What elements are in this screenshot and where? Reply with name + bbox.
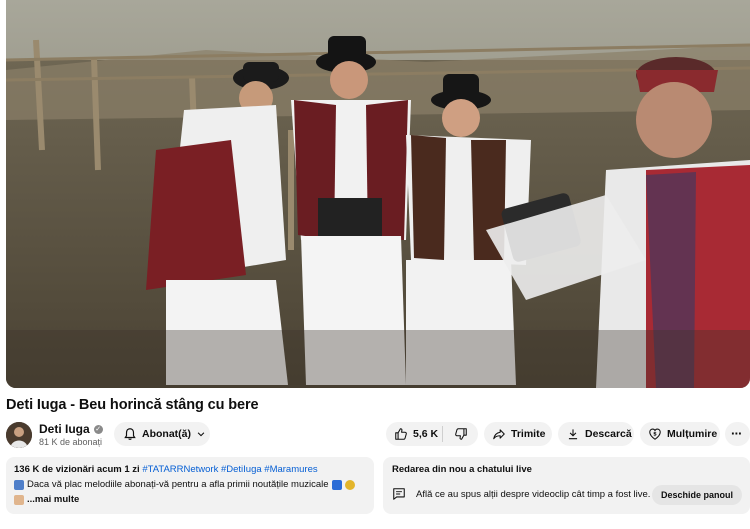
subscriber-count: 81 K de abonați	[39, 437, 103, 447]
more-actions-button[interactable]: ⋯	[725, 422, 750, 446]
subscribed-button[interactable]: Abonat(ă)	[114, 422, 210, 446]
thumbs-up-icon	[395, 428, 407, 440]
hashtags[interactable]: #TATARRNetwork #DetiIuga #Maramures	[142, 464, 317, 475]
description-box[interactable]: 136 K de vizionări acum 1 zi #TATARRNetw…	[6, 457, 374, 514]
like-dislike-group: 5,6 K	[386, 422, 478, 446]
play-emoji-icon	[331, 479, 342, 490]
share-button[interactable]: Trimite	[484, 422, 552, 446]
share-label: Trimite	[511, 428, 546, 440]
show-more-link[interactable]: ...mai multe	[27, 493, 79, 506]
description-meta: 136 K de vizionări acum 1 zi #TATARRNetw…	[14, 464, 366, 476]
like-count: 5,6 K	[413, 428, 439, 440]
chat-icon	[393, 488, 405, 500]
download-button[interactable]: Descarcă	[558, 422, 634, 446]
check-icon: ✓	[93, 424, 103, 434]
bell-emoji-icon	[14, 479, 24, 490]
channel-avatar[interactable]	[6, 422, 32, 448]
thumbs-up-emoji-icon	[14, 494, 24, 505]
more-horizontal-icon: ⋯	[731, 428, 742, 440]
video-title: Deti Iuga - Beu horincă stâng cu bere	[6, 397, 259, 413]
upload-age: acum 1 zi	[96, 464, 140, 475]
share-icon	[493, 429, 505, 440]
channel-name[interactable]: Deti Iuga ✓	[39, 422, 103, 436]
description-line: Daca vă plac melodiile abonați-vă pentru…	[14, 478, 366, 491]
chat-replay-title: Redarea din nou a chatului live	[392, 464, 532, 475]
svg-text:$: $	[653, 431, 657, 437]
description-text: Daca vă plac melodiile abonați-vă pentru…	[27, 479, 329, 490]
thumbs-down-icon	[454, 428, 467, 440]
download-icon	[568, 429, 578, 440]
video-player[interactable]	[6, 0, 750, 388]
chat-replay-row: Află ce au spus alții despre videoclip c…	[392, 487, 650, 501]
view-count: 136 K de vizionări	[14, 464, 95, 475]
bell-icon	[124, 428, 136, 440]
sparkle-emoji-icon	[344, 479, 355, 490]
chat-replay-text: Află ce au spus alții despre videoclip c…	[416, 488, 651, 500]
video-frame-illustration	[6, 0, 750, 388]
live-chat-replay-box: Redarea din nou a chatului live Află ce …	[383, 457, 750, 514]
thanks-label: Mulțumire	[667, 428, 718, 440]
dislike-button[interactable]	[443, 422, 478, 446]
like-button[interactable]: 5,6 K	[386, 422, 442, 446]
super-thanks-icon: $	[649, 428, 661, 440]
description-more-line: ...mai multe	[14, 493, 366, 506]
channel-name-text[interactable]: Deti Iuga	[39, 422, 90, 436]
download-label: Descarcă	[585, 428, 632, 440]
chevron-down-icon	[197, 432, 205, 437]
open-panel-button[interactable]: Deschide panoul	[651, 485, 742, 505]
subscribed-label: Abonat(ă)	[142, 428, 191, 440]
thanks-button[interactable]: $ Mulțumire	[640, 422, 720, 446]
